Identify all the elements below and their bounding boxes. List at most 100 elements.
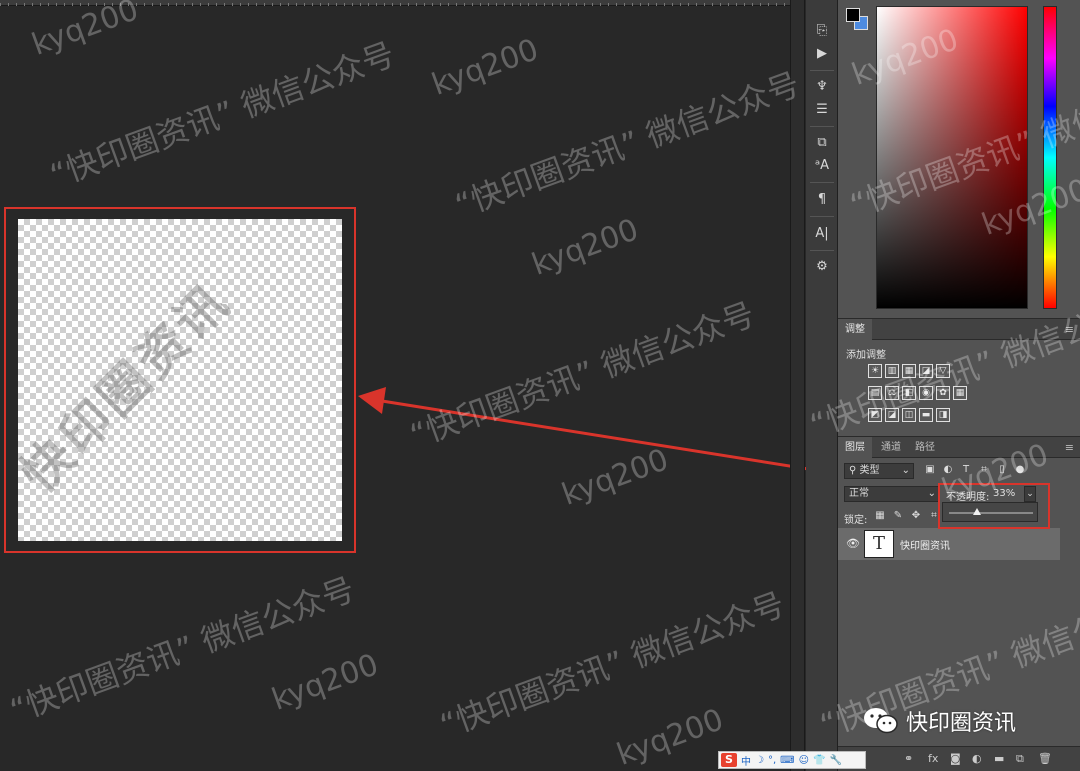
levels-icon[interactable]: ▥ — [885, 364, 899, 378]
horizontal-ruler — [0, 0, 790, 6]
play-icon[interactable]: ▶ — [810, 43, 834, 65]
keyboard-icon[interactable]: ⌨ — [780, 755, 794, 766]
lock-label: 锁定: — [844, 515, 868, 526]
ime-toolbar: S 中 ☽ °, ⌨ ☺ 👕 🔧 — [718, 751, 866, 769]
properties-icon[interactable]: ⚙ — [810, 256, 834, 278]
channel-mixer-icon[interactable]: ✿ — [936, 386, 950, 400]
posterize-icon[interactable]: ◪ — [885, 408, 899, 422]
tab-layers[interactable]: 图层 — [838, 437, 872, 458]
hue-slider[interactable] — [1043, 6, 1057, 309]
watermark-en: kyq200 — [27, 0, 144, 63]
trash-icon[interactable]: 🗑 — [1038, 752, 1052, 765]
moon-icon[interactable]: ☽ — [755, 755, 764, 766]
fx-icon[interactable]: fx — [928, 752, 938, 765]
curves-icon[interactable]: ▦ — [902, 364, 916, 378]
lock-position-icon[interactable]: ✥ — [910, 510, 922, 522]
group-folder-icon[interactable]: ▬ — [994, 752, 1004, 765]
smart-object-filter-icon[interactable]: ▯ — [996, 464, 1008, 476]
text-a-icon[interactable]: A| — [810, 223, 834, 245]
watermark-cn: “快印圈资讯” 微信公众号 — [450, 64, 805, 225]
tab-paths[interactable]: 路径 — [908, 437, 942, 458]
type-filter-icon[interactable]: T — [960, 464, 972, 476]
document-highlight-box: 快印圈资讯 — [4, 207, 356, 553]
color-panel — [838, 0, 1080, 316]
eye-icon[interactable]: 👁 — [846, 537, 860, 550]
panel-menu-icon[interactable]: ≡ — [1065, 437, 1074, 458]
search-icon: ⚲ — [849, 465, 860, 476]
photo-filter-icon[interactable]: ◉ — [919, 386, 933, 400]
brush-settings-icon[interactable]: ♆ — [810, 76, 834, 98]
watermark-en: kyq200 — [267, 647, 384, 718]
shirt-icon[interactable]: 👕 — [813, 755, 825, 766]
selective-color-icon[interactable]: ◨ — [936, 408, 950, 422]
shape-filter-icon[interactable]: ⌗ — [978, 464, 990, 476]
exposure-icon[interactable]: ◪ — [919, 364, 933, 378]
watermark-cn: “快印圈资讯” 微信公众号 — [45, 34, 400, 195]
paragraph-icon[interactable]: ¶ — [810, 189, 834, 211]
document-canvas[interactable]: 快印圈资讯 — [18, 219, 342, 541]
panel-icon-column: ⎘ ▶ ♆ ☰ ⧉ ᵃA ¶ A| ⚙ — [806, 0, 838, 771]
filter-toggle-icon[interactable]: ● — [1014, 464, 1026, 476]
wechat-brand-badge: 快印圈资讯 — [862, 705, 1016, 737]
chevron-down-icon: ⌄ — [901, 465, 910, 476]
gradient-map-icon[interactable]: ▬ — [919, 408, 933, 422]
watermark-en: kyq200 — [527, 212, 644, 283]
threshold-icon[interactable]: ◫ — [902, 408, 916, 422]
vibrance-icon[interactable]: ▽ — [936, 364, 950, 378]
lock-transparent-icon[interactable]: ▦ — [874, 510, 886, 522]
divider — [810, 182, 834, 183]
brand-text: 快印圈资讯 — [906, 711, 1017, 736]
watermark-en: kyq200 — [557, 442, 674, 513]
adjustment-layer-icon[interactable]: ◐ — [972, 752, 982, 765]
watermark-en: kyq200 — [427, 32, 544, 103]
ime-mode[interactable]: 中 — [741, 753, 751, 768]
chevron-down-icon: ⌄ — [927, 488, 936, 499]
punctuation-icon[interactable]: °, — [768, 755, 776, 766]
clone-source-icon[interactable]: ⧉ — [810, 132, 834, 154]
adjustment-icons-row: ▤ ⚖ ◧ ◉ ✿ ▦ — [868, 386, 967, 400]
color-picker-field[interactable] — [876, 6, 1028, 309]
tab-channels[interactable]: 通道 — [874, 437, 908, 458]
tab-adjustments[interactable]: 调整 — [838, 319, 872, 340]
link-icon[interactable]: ⚭ — [904, 752, 913, 765]
color-balance-icon[interactable]: ⚖ — [885, 386, 899, 400]
blend-mode-select[interactable]: 正常 ⌄ — [844, 486, 940, 502]
panel-menu-icon[interactable]: ≡ — [1065, 319, 1074, 340]
adjustments-panel: 调整 ≡ 添加调整 ☀ ▥ ▦ ◪ ▽ ▤ ⚖ ◧ ◉ ✿ ▦ ◩ ◪ ◫ ▬ … — [838, 318, 1080, 434]
black-white-icon[interactable]: ◧ — [902, 386, 916, 400]
kind-filter-select[interactable]: ⚲ 类型 ⌄ — [844, 463, 914, 479]
adjustment-icons-row: ◩ ◪ ◫ ▬ ◨ — [868, 408, 950, 422]
adjustments-tabbar: 调整 ≡ — [838, 318, 1080, 340]
photoshop-window: 快印圈资讯 ⎘ ▶ ♆ ☰ ⧉ ᵃA ¶ A| ⚙ 调整 ≡ 添加调整 ☀ ▥ … — [0, 0, 1080, 771]
color-lookup-icon[interactable]: ▦ — [953, 386, 967, 400]
adjust-sliders-icon[interactable]: ☰ — [810, 99, 834, 121]
layers-tabbar: 图层 通道 路径 ≡ — [838, 436, 1080, 458]
mask-icon[interactable]: ◙ — [950, 752, 961, 765]
user-icon[interactable]: ☺ — [799, 755, 809, 766]
layer-row[interactable]: 👁 T 快印圈资讯 — [838, 528, 1060, 560]
invert-icon[interactable]: ◩ — [868, 408, 882, 422]
wrench-icon[interactable]: 🔧 — [829, 755, 841, 766]
character-style-icon[interactable]: ᵃA — [810, 155, 834, 177]
foreground-color-swatch[interactable] — [846, 8, 860, 22]
opacity-highlight-box — [938, 483, 1050, 529]
watermark-cn: “快印圈资讯” 微信公众号 — [5, 569, 360, 730]
divider — [810, 216, 834, 217]
new-layer-icon[interactable]: ⧉ — [1016, 752, 1024, 766]
history-brush-icon[interactable]: ⎘ — [810, 20, 834, 42]
lock-pixels-icon[interactable]: ✎ — [892, 510, 904, 522]
wechat-icon — [864, 708, 898, 734]
watermark-cn: “快印圈资讯” 微信公众号 — [435, 584, 790, 745]
ime-logo[interactable]: S — [721, 753, 737, 767]
adjustment-icons-row: ☀ ▥ ▦ ◪ ▽ — [868, 364, 950, 378]
blend-mode-value: 正常 — [849, 488, 869, 499]
pixel-filter-icon[interactable]: ▣ — [924, 464, 936, 476]
brightness-icon[interactable]: ☀ — [868, 364, 882, 378]
type-layer-thumbnail: T — [864, 530, 894, 558]
hue-saturation-icon[interactable]: ▤ — [868, 386, 882, 400]
kind-filter-value: 类型 — [859, 465, 880, 476]
adjustment-filter-icon[interactable]: ◐ — [942, 464, 954, 476]
canvas-layer-text: 快印圈资讯 — [18, 271, 242, 504]
layers-footer: ⚭ fx ◙ ◐ ▬ ⧉ 🗑 — [838, 746, 1080, 771]
layer-name[interactable]: 快印圈资讯 — [900, 537, 950, 552]
